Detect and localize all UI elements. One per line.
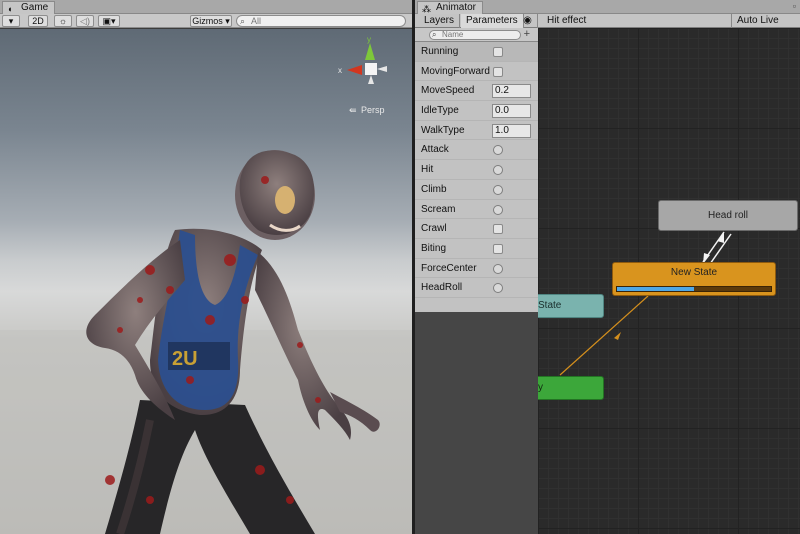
parameter-trigger-radio[interactable] [493, 184, 503, 195]
parameter-toolbar: ⌕ Name + [415, 28, 538, 42]
scene-viewport[interactable]: 2U y x ⇚ Persp [0, 29, 412, 534]
parameter-value-field[interactable]: 1.0 [492, 123, 531, 138]
state-graph[interactable]: Head roll New State State y [538, 28, 800, 534]
tab-game[interactable]: ◖ Game [2, 1, 56, 14]
scene-gizmo[interactable]: y x ⇚ Persp [338, 35, 387, 115]
search-icon: ⌕ [240, 16, 246, 26]
parameter-row[interactable]: HeadRoll [415, 278, 538, 298]
parameter-row[interactable]: MoveSpeed 0.2 [415, 81, 538, 102]
scene-search-input[interactable]: ⌕ All [236, 15, 406, 27]
parameter-name[interactable]: HeadRoll [421, 282, 493, 294]
state-entry[interactable]: y [538, 376, 604, 400]
parameter-checkbox[interactable] [493, 243, 503, 254]
parameter-name[interactable]: Running [421, 46, 493, 58]
animator-header: Layers Parameters ◉ Hit effect Auto Live… [415, 14, 800, 40]
gizmos-dropdown[interactable]: Gizmos ▾ [190, 15, 232, 27]
tab-parameters[interactable]: Parameters [461, 14, 524, 28]
parameter-row[interactable]: Biting [415, 239, 538, 259]
parameter-name[interactable]: ForceCenter [421, 263, 493, 275]
state-head-roll[interactable]: Head roll [658, 200, 798, 231]
parameter-panel: ⌕ Name + Running MovingForward MoveSpeed 0.… [415, 28, 538, 534]
sun-icon[interactable]: ☼ [54, 15, 72, 27]
scene-panel: ◖ Game ▾ 2D ☼ ◁) ▣▾ Gizmos ▾ ⌕ All 2U y … [0, 0, 412, 534]
unity-editor: ◖ Game ▾ 2D ☼ ◁) ▣▾ Gizmos ▾ ⌕ All 2U y … [0, 0, 800, 534]
parameter-row[interactable]: Running [415, 42, 538, 62]
parameter-row[interactable]: WalkType 1.0 [415, 121, 538, 141]
speaker-icon[interactable]: ◁) [76, 15, 94, 27]
parameter-row[interactable]: Climb [415, 180, 538, 200]
eye-icon[interactable]: ◉ [518, 14, 538, 28]
animator-tabbar: ⁂ Animator ▫ [415, 0, 800, 14]
gizmo-persp-label: Persp [361, 105, 385, 115]
state-progress-fill [617, 287, 694, 291]
parameter-row[interactable]: Crawl [415, 219, 538, 239]
parameter-row[interactable]: Attack [415, 140, 538, 161]
shading-mode-dropdown[interactable]: ▾ [2, 15, 20, 27]
scene-tabbar: ◖ Game [0, 0, 412, 14]
parameter-row[interactable]: IdleType 0.0 [415, 101, 538, 121]
parameter-name[interactable]: Climb [421, 184, 493, 196]
mode-2d-button[interactable]: 2D [28, 15, 48, 27]
add-parameter-button[interactable]: + [524, 28, 530, 41]
state-new-state[interactable]: New State [612, 262, 776, 296]
parameter-name[interactable]: IdleType [421, 105, 493, 117]
tab-layers[interactable]: Layers [419, 14, 461, 28]
parameter-name[interactable]: Biting [421, 243, 493, 255]
breadcrumb[interactable]: Hit effect [542, 14, 591, 28]
parameter-checkbox[interactable] [493, 66, 503, 77]
scene-toolbar: ▾ 2D ☼ ◁) ▣▾ Gizmos ▾ ⌕ All [0, 14, 412, 28]
tab-animator-label: Animator [436, 2, 477, 13]
state-new-state-label: New State [670, 267, 718, 278]
parameter-trigger-radio[interactable] [493, 263, 503, 274]
parameter-trigger-radio[interactable] [493, 283, 503, 294]
gizmo-x-label: x [338, 66, 342, 75]
scene-search-placeholder: All [251, 16, 262, 26]
parameter-checkbox[interactable] [493, 224, 503, 235]
parameter-value-field[interactable]: 0.2 [492, 84, 531, 99]
tab-animator[interactable]: ⁂ Animator [417, 1, 484, 14]
zombie-character: 2U y x ⇚ Persp [0, 35, 412, 534]
parameter-name[interactable]: Crawl [421, 223, 493, 235]
svg-text:2U: 2U [172, 348, 198, 370]
parameter-search-placeholder: Name [442, 30, 464, 39]
parameter-name[interactable]: Scream [421, 204, 493, 216]
parameter-name[interactable]: Attack [421, 144, 493, 156]
parameter-row[interactable]: ForceCenter [415, 259, 538, 279]
search-icon: ⌕ [432, 30, 437, 39]
image-icon[interactable]: ▣▾ [98, 15, 120, 27]
parameter-trigger-radio[interactable] [493, 204, 503, 215]
parameter-name[interactable]: MovingForward [421, 66, 493, 78]
parameter-row[interactable]: MovingForward [415, 62, 538, 82]
parameter-row[interactable]: Scream [415, 200, 538, 220]
parameter-trigger-radio[interactable] [493, 145, 503, 156]
lock-icon[interactable]: ▫ [793, 1, 796, 11]
svg-text:⇚: ⇚ [349, 105, 357, 115]
auto-live-link-button[interactable]: Auto Live Link [731, 14, 800, 40]
tab-game-label: Game [21, 2, 49, 13]
parameter-checkbox[interactable] [493, 47, 503, 57]
gizmos-label: Gizmos [192, 16, 223, 26]
parameter-list: Running MovingForward MoveSpeed 0.2 IdleType… [415, 42, 538, 312]
parameter-trigger-radio[interactable] [493, 165, 503, 176]
parameter-name[interactable]: MoveSpeed [421, 85, 493, 97]
parameter-name[interactable]: WalkType [421, 125, 493, 137]
parameter-value-field[interactable]: 0.0 [492, 104, 531, 119]
gizmo-y-label: y [367, 35, 371, 44]
state-progress-bar [616, 286, 772, 292]
parameter-search-input[interactable]: ⌕ Name [429, 30, 521, 40]
parameter-row[interactable]: Hit [415, 160, 538, 180]
parameter-name[interactable]: Hit [421, 164, 493, 176]
state-teal[interactable]: State [538, 294, 604, 318]
